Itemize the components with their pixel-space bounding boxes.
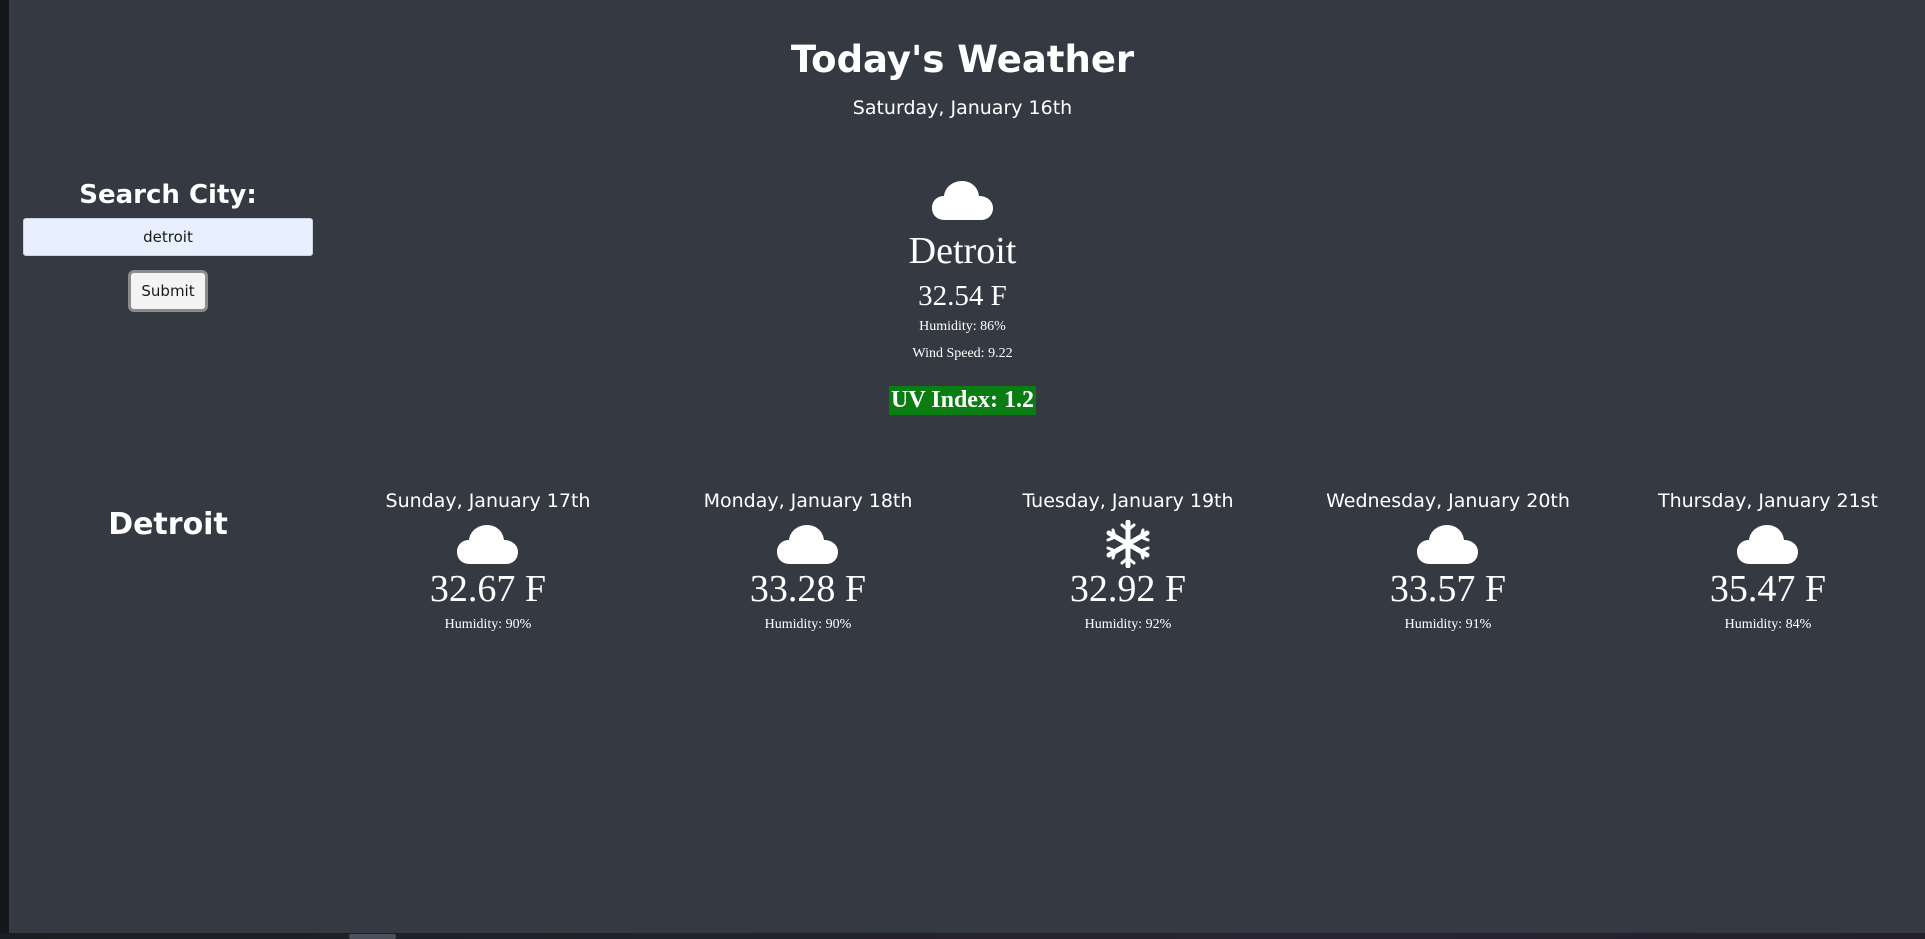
forecast-temperature: 32.67 F — [429, 568, 547, 610]
forecast-date: Wednesday, January 20th — [1326, 490, 1570, 512]
forecast-humidity: Humidity: 90% — [444, 617, 532, 632]
current-temperature: 32.54 F — [918, 280, 1007, 312]
forecast-humidity: Humidity: 90% — [764, 617, 852, 632]
window-left-edge — [0, 0, 9, 939]
forecast-date: Thursday, January 21st — [1657, 490, 1879, 512]
current-city-name: Detroit — [908, 230, 1017, 272]
forecast-date: Sunday, January 17th — [385, 490, 591, 512]
saved-city-detroit[interactable]: Detroit — [23, 505, 313, 545]
cloud-icon — [1417, 525, 1478, 564]
current-humidity: Humidity: 86% — [919, 319, 1006, 334]
forecast-temperature: 35.47 F — [1709, 568, 1827, 610]
forecast-card: Thursday, January 21st 35.47 F Humidity:… — [1608, 488, 1925, 634]
current-weather: Detroit 32.54 F Humidity: 86% Wind Speed… — [0, 176, 1925, 415]
snowflake-icon — [1106, 520, 1150, 568]
forecast-humidity: Humidity: 84% — [1724, 617, 1812, 632]
forecast-date: Monday, January 18th — [703, 490, 913, 512]
forecast-card: Tuesday, January 19th 32.92 F Humidity: … — [968, 488, 1288, 634]
forecast-temperature: 33.57 F — [1389, 568, 1507, 610]
page-title: Today's Weather — [790, 38, 1135, 81]
taskbar-strip — [0, 933, 1925, 939]
cloud-icon — [931, 181, 993, 220]
forecast-card: Monday, January 18th 33.28 F Humidity: 9… — [648, 488, 968, 634]
uv-index-badge: UV Index: 1.2 — [889, 386, 1036, 415]
forecast-temperature: 33.28 F — [749, 568, 867, 610]
weather-page — [9, 0, 1925, 933]
current-wind-speed: Wind Speed: 9.22 — [912, 346, 1013, 361]
cloud-icon — [457, 525, 518, 564]
forecast-card: Wednesday, January 20th 33.57 F Humidity… — [1288, 488, 1608, 634]
cloud-icon — [777, 525, 838, 564]
scrollbar-thumb[interactable] — [349, 934, 396, 939]
forecast-card: Sunday, January 17th 32.67 F Humidity: 9… — [328, 488, 648, 634]
forecast-humidity: Humidity: 92% — [1084, 617, 1172, 632]
forecast-date: Tuesday, January 19th — [1022, 490, 1234, 512]
forecast-temperature: 32.92 F — [1069, 568, 1187, 610]
cloud-icon — [1737, 525, 1798, 564]
forecast-humidity: Humidity: 91% — [1404, 617, 1492, 632]
current-date: Saturday, January 16th — [852, 97, 1073, 119]
